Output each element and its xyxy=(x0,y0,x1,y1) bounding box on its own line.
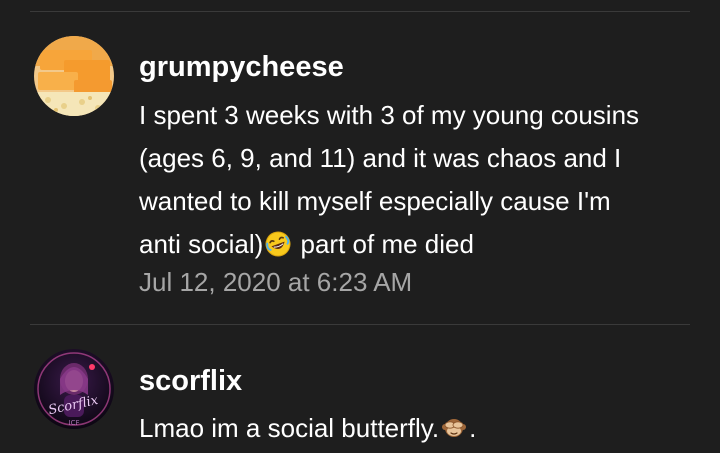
comment-body: I spent 3 weeks with 3 of my young cousi… xyxy=(139,94,704,270)
svg-text:ICF: ICF xyxy=(69,419,80,427)
comment-body: Lmao im a social butterfly. . xyxy=(139,407,704,453)
see-no-evil-monkey-emoji xyxy=(441,411,467,453)
comment-text-line: (ages 6, 9, and 11) and it was chaos and… xyxy=(139,143,622,173)
divider xyxy=(30,324,690,325)
comment-text-line: I spent 3 weeks with 3 of my young cousi… xyxy=(139,100,640,130)
comment-username[interactable]: grumpycheese xyxy=(139,50,344,84)
comments-page: grumpycheese I spent 3 weeks with 3 of m… xyxy=(0,0,720,453)
scorflix-avatar[interactable]: Scorflix ICF xyxy=(34,349,114,429)
comment-text-fragment: part of me died xyxy=(293,229,474,259)
comment-username[interactable]: scorflix xyxy=(139,364,242,398)
comment-text-fragment: . xyxy=(469,413,477,443)
cheese-avatar[interactable] xyxy=(34,36,114,116)
divider xyxy=(30,11,690,12)
comment-text-fragment: anti social) xyxy=(139,229,264,259)
comment-text-line: wanted to kill myself especially cause I… xyxy=(139,186,611,216)
rolling-on-floor-laughing-emoji xyxy=(265,227,291,270)
comment-text-fragment: Lmao im a social butterfly. xyxy=(139,413,440,443)
comment-text-line: Lmao im a social butterfly. . xyxy=(139,407,704,453)
comment-timestamp: Jul 12, 2020 at 6:23 AM xyxy=(139,267,413,297)
comment-text-line: anti social) part of me died xyxy=(139,223,704,270)
